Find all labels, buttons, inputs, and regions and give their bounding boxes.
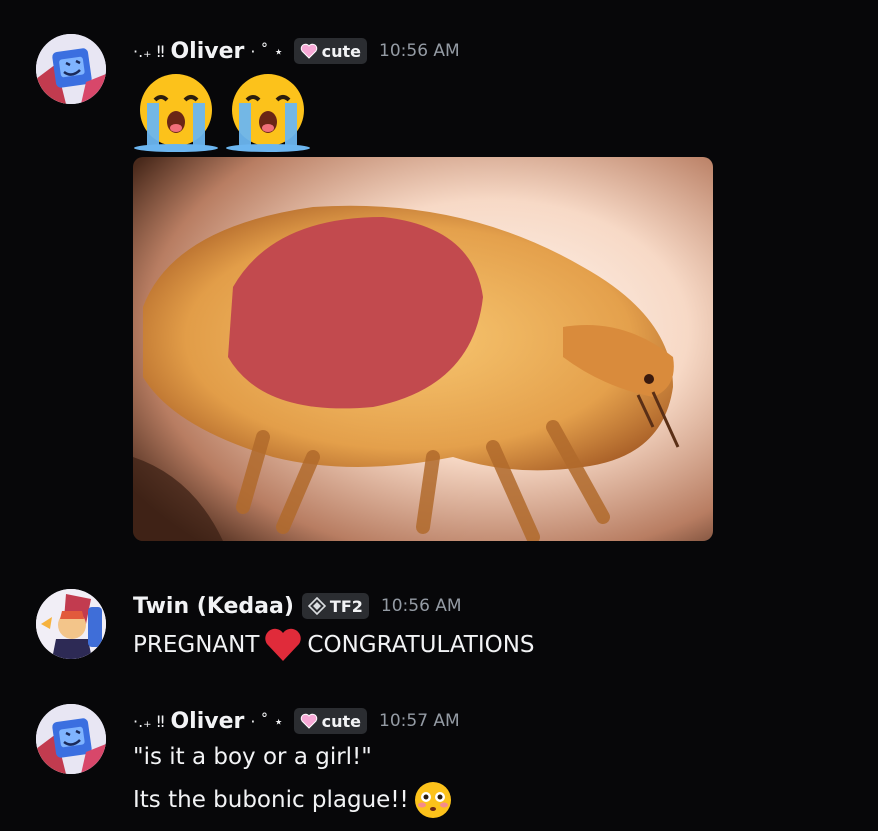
- red-heart-icon[interactable]: [263, 627, 303, 663]
- flea-microscope-image: [133, 157, 713, 541]
- server-tag-label: cute: [321, 41, 362, 61]
- avatar-oliver[interactable]: [36, 34, 106, 104]
- name-suffix: · ˚ ⋆: [250, 711, 284, 731]
- message-3: ·.₊ ‼ Oliver · ˚ ⋆ cute 10:57 AM "is it …: [0, 700, 878, 831]
- author-name[interactable]: Twin (Kedaa): [133, 594, 294, 619]
- image-attachment[interactable]: [133, 157, 713, 541]
- name-prefix: ·.₊ ‼: [133, 711, 165, 731]
- server-tag[interactable]: cute: [293, 38, 368, 64]
- timestamp[interactable]: 10:57 AM: [379, 711, 460, 731]
- server-tag-label: cute: [321, 711, 362, 731]
- flushed-face-icon[interactable]: [413, 780, 453, 820]
- name-suffix: · ˚ ⋆: [250, 41, 284, 61]
- message-text: "is it a boy or a girl!": [133, 744, 372, 770]
- avatar-oliver[interactable]: [36, 704, 106, 774]
- message-text-part: CONGRATULATIONS: [307, 632, 535, 658]
- message-header: ·.₊ ‼ Oliver · ˚ ⋆ cute 10:57 AM: [133, 706, 460, 736]
- server-tag[interactable]: TF2: [301, 593, 369, 619]
- message-header: Twin (Kedaa) TF2 10:56 AM: [133, 591, 462, 621]
- message-text-part: PREGNANT: [133, 632, 260, 658]
- loudly-crying-face-icon[interactable]: [225, 70, 311, 152]
- compass-diamond-icon: [307, 597, 326, 615]
- name-prefix: ·.₊ ‼: [133, 41, 165, 61]
- pink-heart-icon: [300, 713, 317, 729]
- message-2: Twin (Kedaa) TF2 10:56 AM PREGNANT CONGR…: [0, 585, 878, 675]
- message-text-part: Its the bubonic plague!!: [133, 787, 409, 813]
- message-1: ·.₊ ‼ Oliver · ˚ ⋆ cute 10:56 AM: [0, 0, 878, 560]
- message-header: ·.₊ ‼ Oliver · ˚ ⋆ cute 10:56 AM: [133, 36, 460, 66]
- author-name[interactable]: Oliver: [170, 39, 244, 64]
- author-name[interactable]: Oliver: [170, 709, 244, 734]
- pink-heart-icon: [300, 43, 317, 59]
- loudly-crying-face-icon[interactable]: [133, 70, 219, 152]
- message-text: Its the bubonic plague!!: [133, 780, 453, 820]
- avatar-twin[interactable]: [36, 589, 106, 659]
- timestamp[interactable]: 10:56 AM: [381, 596, 462, 616]
- timestamp[interactable]: 10:56 AM: [379, 41, 460, 61]
- server-tag-label: TF2: [329, 596, 363, 616]
- message-text: PREGNANT CONGRATULATIONS: [133, 627, 535, 663]
- server-tag[interactable]: cute: [293, 708, 368, 734]
- emoji-row: [133, 70, 311, 152]
